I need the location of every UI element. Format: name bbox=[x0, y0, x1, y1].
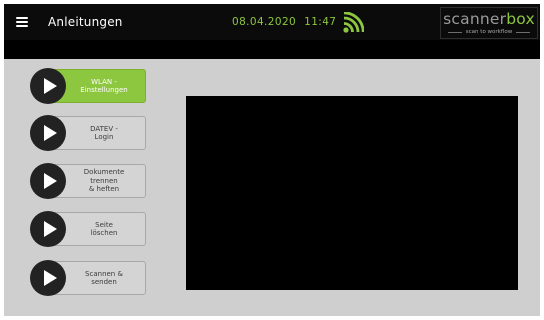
video-player[interactable] bbox=[186, 96, 518, 290]
button-label: Seite löschen bbox=[90, 220, 118, 238]
time-text: 11:47 bbox=[304, 16, 337, 28]
datetime-display: 08.04.2020 11:47 bbox=[232, 14, 336, 30]
button-label: WLAN - Einstellungen bbox=[80, 77, 128, 95]
scan-and-send-button[interactable]: Scannen & senden bbox=[30, 260, 146, 296]
date-text: 08.04.2020 bbox=[232, 16, 297, 28]
button-label: Scannen & senden bbox=[85, 269, 123, 287]
play-icon[interactable] bbox=[30, 211, 66, 247]
split-staple-documents-button[interactable]: Dokumente trennen & heften bbox=[30, 163, 146, 199]
logo-tagline: scan to workflow bbox=[441, 29, 537, 36]
scannerbox-logo: scannerbox scan to workflow bbox=[440, 7, 538, 39]
hamburger-menu-icon[interactable] bbox=[16, 17, 28, 27]
wifi-signal-icon bbox=[343, 12, 364, 33]
play-icon[interactable] bbox=[30, 68, 66, 104]
button-label: Dokumente trennen & heften bbox=[83, 168, 125, 194]
wlan-settings-button[interactable]: WLAN - Einstellungen bbox=[30, 68, 146, 104]
play-icon[interactable] bbox=[30, 115, 66, 151]
app-screen: Anleitungen 08.04.2020 11:47 scannerbox s… bbox=[4, 4, 540, 316]
header-bar: Anleitungen 08.04.2020 11:47 scannerbox s… bbox=[4, 4, 540, 40]
logo-wordmark: scannerbox bbox=[443, 10, 535, 28]
play-icon[interactable] bbox=[30, 163, 66, 199]
datev-login-button[interactable]: DATEV - Login bbox=[30, 115, 146, 151]
page-title: Anleitungen bbox=[48, 15, 123, 29]
play-icon[interactable] bbox=[30, 260, 66, 296]
button-label: DATEV - Login bbox=[90, 124, 118, 142]
header-divider-strip bbox=[4, 40, 540, 59]
delete-page-button[interactable]: Seite löschen bbox=[30, 211, 146, 247]
